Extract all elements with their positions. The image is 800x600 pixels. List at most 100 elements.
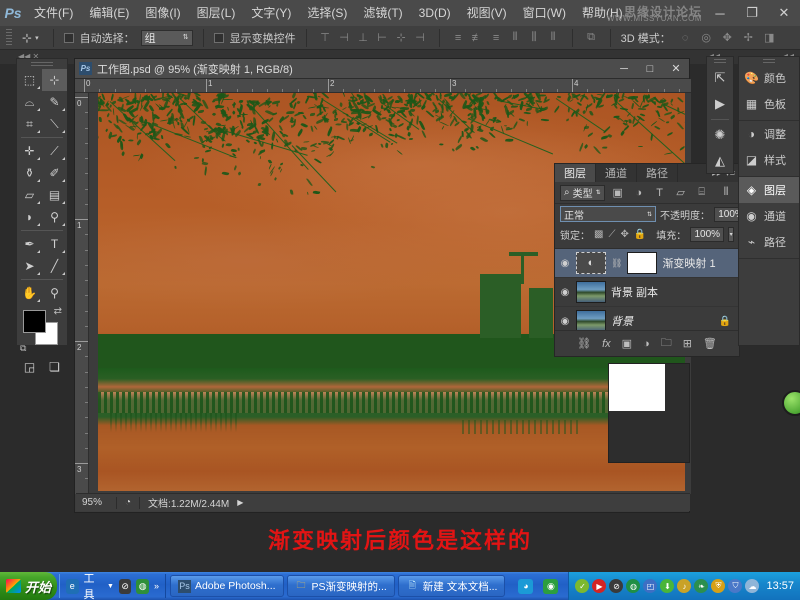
layer-list[interactable]: ◉ ◐ ⛓ 渐变映射 1 ◉ 背景 副本 ◉ 背景 🔒 — [555, 248, 739, 330]
weather-icon[interactable]: ☁ — [745, 579, 759, 593]
layer-filter-kind-select[interactable]: ⌕ 类型 ⇅ — [560, 185, 605, 201]
quick-selection-tool[interactable]: ✎ — [42, 91, 67, 113]
tab-paths[interactable]: 路径 — [637, 164, 678, 182]
block-icon[interactable]: ⊘ — [609, 579, 623, 593]
distribute-horizontal-center-icon[interactable]: ⫼ — [526, 29, 543, 46]
green-badge-icon[interactable] — [782, 390, 800, 416]
lock-transparent-pixels-icon[interactable]: ▩ — [594, 229, 603, 240]
dropdown-arrow-icon[interactable]: ▼ — [107, 583, 114, 590]
menu-edit[interactable]: 编辑(E) — [81, 0, 137, 26]
layer-mask-thumbnail[interactable] — [627, 252, 657, 274]
zoom-tool[interactable]: ⚲ — [42, 282, 67, 304]
media-icon[interactable]: ▶ — [592, 579, 606, 593]
close-button[interactable]: ✕ — [768, 0, 800, 26]
align-left-edges-icon[interactable]: ⊢ — [374, 29, 391, 46]
menu-image[interactable]: 图像(I) — [137, 0, 188, 26]
document-minimize-button[interactable]: ─ — [611, 59, 637, 79]
antivirus-icon[interactable]: ◉ — [543, 579, 558, 594]
mask-link-icon[interactable]: ⛓ — [611, 258, 622, 269]
blur-tool[interactable]: ◗ — [17, 206, 42, 228]
clone-stamp-tool[interactable]: ⚱ — [17, 162, 42, 184]
task-button-photoshop[interactable]: Ps Adobe Photosh... — [170, 575, 284, 597]
distribute-right-icon[interactable]: ⫴ — [545, 29, 562, 46]
layer-thumbnail-adjustment[interactable]: ◐ — [576, 252, 606, 274]
lock-all-icon[interactable]: 🔒 — [634, 229, 646, 240]
new-group-icon[interactable]: 🗀 — [661, 334, 672, 353]
quick-launch-label[interactable]: 工具 — [84, 570, 102, 600]
align-vertical-centers-icon[interactable]: ⊣ — [336, 29, 353, 46]
quick-launch-overflow-icon[interactable]: » — [154, 581, 159, 591]
quick-mask-icon[interactable]: ◲ — [17, 356, 42, 378]
adjustments-wheel-icon[interactable]: ✺ — [707, 122, 733, 148]
dock-item-paths[interactable]: ⌁ 路径 — [739, 229, 799, 255]
pen-tool[interactable]: ✒ — [17, 233, 42, 255]
security-icon[interactable]: ⛉ — [728, 579, 742, 593]
menu-type[interactable]: 文字(Y) — [243, 0, 299, 26]
tools-panel-gripper[interactable] — [17, 59, 67, 69]
layer-visibility-toggle[interactable]: ◉ — [559, 316, 571, 327]
menu-layer[interactable]: 图层(L) — [189, 0, 244, 26]
menu-file[interactable]: 文件(F) — [26, 0, 81, 26]
dock-item-styles[interactable]: ◪ 样式 — [739, 147, 799, 173]
rectangular-marquee-tool[interactable]: ⬚ — [17, 69, 42, 91]
history-icon[interactable]: ⇱ — [707, 65, 733, 91]
auto-select-checkbox[interactable] — [64, 33, 74, 43]
document-close-button[interactable]: ✕ — [663, 59, 689, 79]
scale-3d-icon[interactable]: ◨ — [761, 29, 778, 46]
blocked-icon[interactable]: ⊘ — [119, 579, 132, 594]
layer-thumbnail[interactable] — [576, 281, 606, 303]
sound-icon[interactable]: ♪ — [677, 579, 691, 593]
distribute-vertical-center-icon[interactable]: ≢ — [469, 29, 486, 46]
menu-filter[interactable]: 滤镜(T) — [355, 0, 410, 26]
document-title-bar[interactable]: Ps 工作图.psd @ 95% (渐变映射 1, RGB/8) ─ □ ✕ — [75, 59, 689, 79]
task-button-notepad[interactable]: 🗎 新建 文本文档... — [398, 575, 506, 597]
history-brush-tool[interactable]: ✐ — [42, 162, 67, 184]
shield-icon[interactable]: ⛨ — [711, 579, 725, 593]
fill-stepper[interactable]: ▾ — [728, 227, 734, 242]
layer-name[interactable]: 背景 副本 — [611, 284, 658, 300]
dock-item-swatches[interactable]: ▦ 色板 — [739, 91, 799, 117]
properties-popup-panel[interactable] — [608, 363, 690, 463]
document-info-icon[interactable]: ◔ — [125, 497, 131, 508]
align-auto-icon[interactable]: ⧉ — [583, 29, 600, 46]
dock-item-layers[interactable]: ◈ 图层 — [739, 177, 799, 203]
filter-type-icon[interactable]: T — [652, 185, 668, 201]
table-row[interactable]: ◉ ◐ ⛓ 渐变映射 1 — [555, 249, 739, 278]
restore-button[interactable]: ❐ — [736, 0, 768, 26]
crop-tool[interactable]: ⌗ — [17, 113, 42, 135]
layer-thumbnail[interactable] — [576, 310, 606, 332]
vertical-ruler[interactable]: 0123 — [75, 93, 89, 494]
lasso-tool[interactable]: ⌓ — [17, 91, 42, 113]
eyedropper-tool[interactable]: ⟍ — [42, 113, 67, 135]
layer-name[interactable]: 渐变映射 1 — [662, 255, 715, 271]
blend-mode-select[interactable]: 正常 ⇅ — [560, 206, 656, 222]
table-row[interactable]: ◉ 背景 副本 — [555, 278, 739, 307]
dock-item-color[interactable]: 🎨 颜色 — [739, 65, 799, 91]
update-icon[interactable]: ✓ — [575, 579, 589, 593]
distribute-left-icon[interactable]: ⫴ — [507, 29, 524, 46]
default-colors-icon[interactable]: ⧉ — [20, 343, 26, 354]
start-button[interactable]: 开始 — [0, 572, 57, 600]
hand-tool[interactable]: ✋ — [17, 282, 42, 304]
screen-mode-icon[interactable]: ❏ — [42, 356, 67, 378]
status-expand-arrow-icon[interactable]: ▶ — [237, 498, 243, 507]
filter-pixel-icon[interactable]: ▣ — [610, 185, 626, 201]
show-transform-controls-checkbox[interactable] — [214, 33, 224, 43]
chevron-down-icon[interactable]: ▾ — [35, 34, 39, 42]
current-tool-preset[interactable]: ⊹ ▾ — [18, 31, 43, 45]
layer-name[interactable]: 背景 — [611, 313, 633, 329]
dodge-tool[interactable]: ⚲ — [42, 206, 67, 228]
pan-3d-icon[interactable]: ✥ — [719, 29, 736, 46]
horizontal-ruler[interactable]: 012345 — [75, 79, 691, 93]
slide-3d-icon[interactable]: ✢ — [740, 29, 757, 46]
task-button-folder[interactable]: 🗀 PS渐变映射的... — [287, 575, 395, 597]
align-top-edges-icon[interactable]: ⊤ — [317, 29, 334, 46]
dock-item-adjustments[interactable]: ◑ 调整 — [739, 121, 799, 147]
line-tool[interactable]: ╱ — [42, 255, 67, 277]
align-horizontal-centers-icon[interactable]: ⊹ — [393, 29, 410, 46]
filter-enable-toggle[interactable]: ⦀ — [718, 185, 734, 201]
distribute-bottom-icon[interactable]: ≡ — [488, 29, 505, 46]
document-maximize-button[interactable]: □ — [637, 59, 663, 79]
spot-healing-brush-tool[interactable]: ✛ — [17, 140, 42, 162]
menu-select[interactable]: 选择(S) — [299, 0, 355, 26]
